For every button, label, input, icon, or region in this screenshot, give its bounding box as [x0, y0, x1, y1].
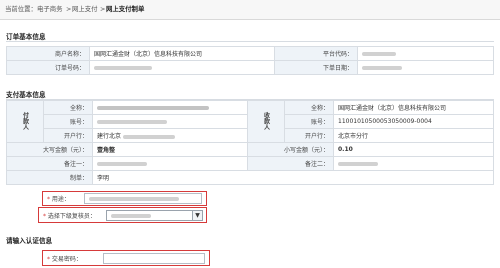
order-section-title: 订单基本信息 — [6, 33, 46, 41]
payee-fullname-value: 国网汇通金财（北京）信息科技有限公司 — [333, 100, 494, 115]
remark1-label: 备注一： — [6, 156, 93, 171]
payer-account-value — [92, 114, 248, 129]
breadcrumb-sep: > — [100, 5, 106, 13]
payer-title: 付款人 — [6, 100, 44, 143]
merchant-name-label: 商户名称： — [6, 46, 90, 61]
remark2-value — [333, 156, 494, 171]
platform-code-label: 平台代码： — [274, 46, 358, 61]
breadcrumb-item-online-pay[interactable]: 网上支付 — [72, 0, 98, 19]
payer-bank-value: 建行北京 — [92, 128, 248, 143]
amount-lower-value: 0.10 — [333, 142, 494, 157]
payer-bank-text: 建行北京 — [97, 133, 122, 140]
order-date-label: 下单日期： — [274, 60, 358, 75]
payee-account-label: 账号： — [284, 114, 334, 129]
platform-code-value — [357, 46, 494, 61]
password-input[interactable] — [103, 253, 205, 264]
merchant-name-value: 国网汇通金财（北京）信息科技有限公司 — [89, 46, 275, 61]
remark1-value — [92, 156, 248, 171]
payer-fullname-label: 全称： — [43, 100, 93, 115]
password-label: * 交易密码： — [47, 256, 82, 263]
order-no-label: 订单号码： — [6, 60, 90, 75]
usage-label: * 用途： — [47, 196, 70, 203]
payer-account-label: 账号： — [43, 114, 93, 129]
reviewer-label: * 选择下级复核员： — [43, 213, 96, 220]
breadcrumb-item-ecommerce[interactable]: 电子商务 — [37, 0, 63, 19]
amount-upper-label: 大写金额（元）： — [6, 142, 93, 157]
amount-lower-label: 小写金额（元）： — [247, 142, 334, 157]
divider — [6, 41, 494, 42]
amount-upper-value: 壹角整 — [92, 142, 248, 157]
breadcrumb-item-current: 网上支付制单 — [106, 5, 145, 13]
payer-bank-label: 开户行： — [43, 128, 93, 143]
remark2-label: 备注二： — [247, 156, 334, 171]
payee-fullname-label: 全称： — [284, 100, 334, 115]
breadcrumb: 当前位置： 电子商务 > 网上支付 > 网上支付制单 — [0, 0, 500, 20]
payee-title: 收款人 — [247, 100, 285, 143]
breadcrumb-prefix: 当前位置： — [5, 5, 37, 13]
reviewer-select[interactable]: ▼ — [106, 210, 203, 221]
payer-fullname-value — [92, 100, 248, 115]
pay-info-table: 付款人 全称： 收款人 全称： 国网汇通金财（北京）信息科技有限公司 账号： 账… — [6, 100, 494, 185]
auth-section-title: 请输入认证信息 — [6, 237, 53, 245]
payee-bank-value: 北京市分行 — [333, 128, 494, 143]
pay-section-title: 支付基本信息 — [6, 91, 46, 99]
createdby-label: 制单： — [6, 170, 93, 185]
payee-bank-label: 开户行： — [284, 128, 334, 143]
order-no-value — [89, 60, 275, 75]
breadcrumb-sep: > — [66, 5, 72, 13]
createdby-value: 李明 — [92, 170, 494, 185]
usage-input[interactable] — [84, 193, 202, 204]
order-date-value — [357, 60, 494, 75]
payee-account-value: 11001010500053050009-0004 — [333, 114, 494, 129]
order-info-table: 商户名称： 国网汇通金财（北京）信息科技有限公司 平台代码： 订单号码： 下单日… — [6, 46, 494, 75]
chevron-down-icon[interactable]: ▼ — [192, 211, 202, 220]
